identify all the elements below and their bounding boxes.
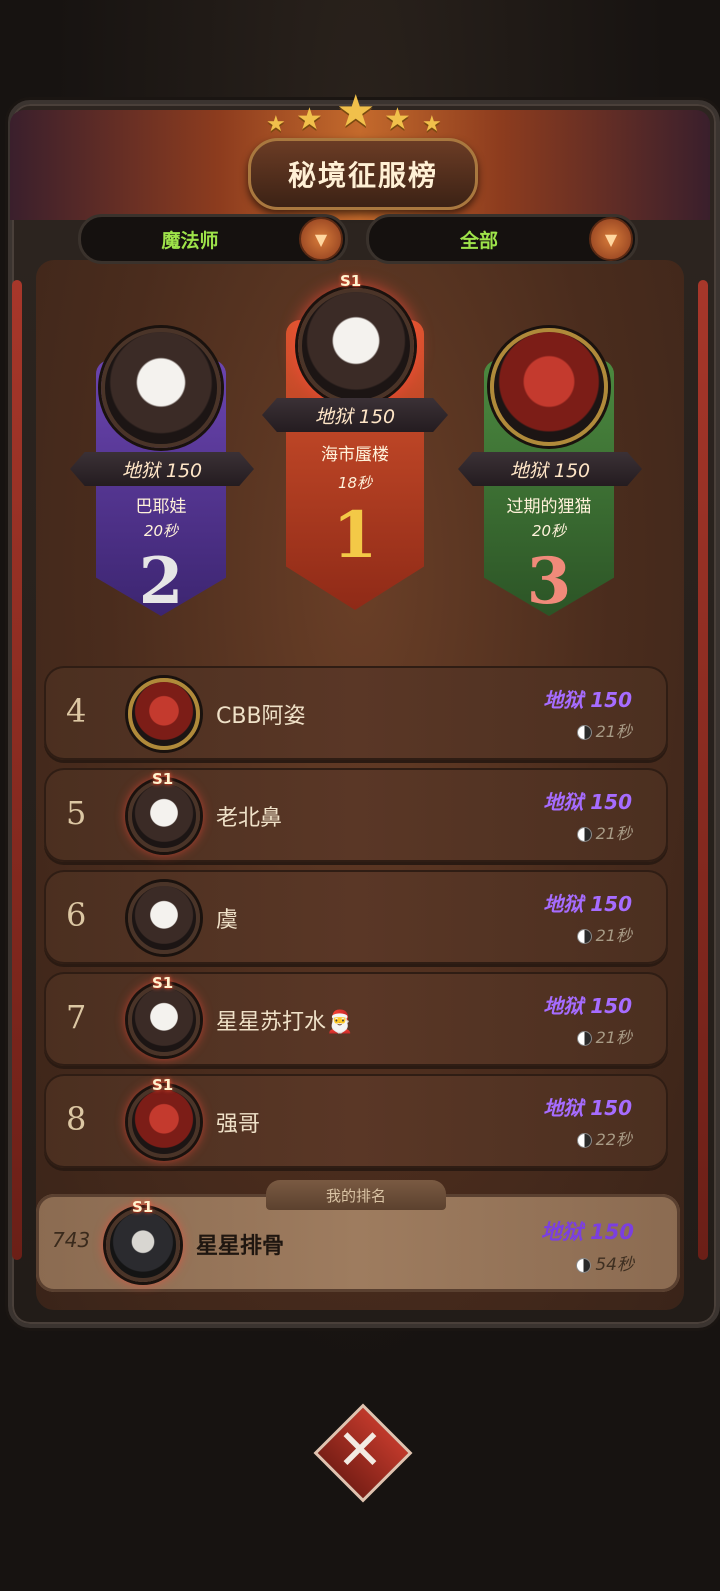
avatar	[298, 288, 414, 404]
player-name: 过期的狸猫	[506, 497, 592, 517]
clock-icon	[576, 725, 592, 740]
rank-number: 743	[52, 1228, 91, 1252]
frame-side-decoration	[698, 280, 708, 1260]
difficulty-level: 地狱 150	[543, 1096, 632, 1120]
season-badge: S1	[132, 1198, 154, 1216]
class-filter-label: 魔法师	[161, 229, 219, 252]
star-icon: ★	[266, 112, 286, 137]
avatar	[128, 1086, 200, 1158]
avatar	[128, 882, 200, 954]
avatar	[128, 984, 200, 1056]
clear-time: 18秒	[337, 474, 373, 492]
clock-icon	[576, 827, 592, 842]
podium-rank-1[interactable]: S1 地狱 150 海市蜃楼 18秒 1	[262, 270, 448, 610]
chevron-down-icon[interactable]: ▼	[299, 217, 343, 261]
scope-filter-dropdown[interactable]: 全部 ▼	[366, 214, 638, 264]
close-icon: ✕	[336, 1418, 384, 1483]
season-badge: S1	[340, 272, 362, 290]
avatar	[128, 780, 200, 852]
star-icon: ★	[296, 102, 323, 137]
clock-icon	[576, 929, 592, 944]
rank-number: 5	[66, 794, 87, 832]
player-name: 虞	[216, 908, 239, 933]
season-badge: S1	[152, 974, 174, 992]
clear-time: 21秒	[576, 1024, 632, 1048]
scope-filter-label: 全部	[459, 229, 498, 252]
level-plate: 地狱 150	[458, 452, 642, 486]
frame-side-decoration	[12, 280, 22, 1260]
star-icon: ★	[384, 102, 411, 137]
player-name: 巴耶娃	[135, 497, 187, 517]
rank-number: 1	[332, 498, 378, 573]
difficulty-level: 地狱 150	[543, 688, 632, 712]
player-name: 海市蜃楼	[321, 445, 389, 465]
star-icon: ★	[336, 86, 376, 137]
clear-time: 21秒	[576, 820, 632, 844]
player-name: 老北鼻	[216, 806, 283, 831]
level-plate: 地狱 150	[262, 398, 448, 432]
season-badge: S1	[152, 1076, 174, 1094]
podium-rank-2[interactable]: 地狱 150 巴耶娃 20秒 2	[70, 320, 254, 620]
my-rank-tab: 我的排名	[266, 1180, 446, 1210]
avatar	[101, 328, 221, 448]
clock-icon	[576, 1257, 592, 1273]
close-button[interactable]: ✕	[310, 1400, 413, 1503]
rank-number: 3	[526, 544, 572, 619]
difficulty-level: 地狱 150	[543, 790, 632, 814]
stars-decoration: ★ ★ ★ ★ ★	[260, 86, 460, 138]
list-item[interactable]: 8 S1 强哥 地狱 150 22秒	[44, 1074, 668, 1168]
rank-number: 8	[66, 1100, 87, 1138]
clear-time: 20秒	[143, 522, 179, 540]
difficulty-level: 地狱 150	[543, 994, 632, 1018]
page-title: 秘境征服榜	[248, 138, 478, 210]
clear-time: 54秒	[576, 1250, 634, 1275]
clear-time: 21秒	[576, 922, 632, 946]
rank-number: 2	[138, 544, 184, 619]
rank-number: 4	[66, 692, 87, 730]
avatar	[490, 328, 608, 446]
level-plate: 地狱 150	[70, 452, 254, 486]
list-item[interactable]: 7 S1 星星苏打水🎅 地狱 150 21秒	[44, 972, 668, 1066]
player-name: 星星排骨	[196, 1234, 285, 1259]
chevron-down-icon[interactable]: ▼	[589, 217, 633, 261]
avatar	[128, 678, 200, 750]
list-item[interactable]: 4 CBB阿姿 地狱 150 21秒	[44, 666, 668, 760]
list-item[interactable]: 6 虞 地狱 150 21秒	[44, 870, 668, 964]
difficulty-level: 地狱 150	[543, 892, 632, 916]
podium-rank-3[interactable]: 地狱 150 过期的狸猫 20秒 3	[458, 320, 642, 620]
clock-icon	[576, 1133, 592, 1148]
page-title-text: 秘境征服榜	[287, 159, 438, 192]
season-badge: S1	[152, 770, 174, 788]
player-name: 强哥	[216, 1112, 261, 1137]
clear-time: 20秒	[531, 522, 567, 540]
difficulty-level: 地狱 150	[540, 1220, 634, 1244]
star-icon: ★	[422, 112, 442, 137]
clear-time: 21秒	[576, 718, 632, 742]
clear-time: 22秒	[576, 1126, 632, 1150]
clock-icon	[576, 1031, 592, 1046]
rank-number: 7	[66, 998, 87, 1036]
player-name: 星星苏打水🎅	[216, 1010, 354, 1035]
class-filter-dropdown[interactable]: 魔法师 ▼	[78, 214, 348, 264]
rank-number: 6	[66, 896, 87, 934]
player-name: CBB阿姿	[216, 704, 306, 729]
list-item[interactable]: 5 S1 老北鼻 地狱 150 21秒	[44, 768, 668, 862]
avatar	[106, 1208, 180, 1282]
